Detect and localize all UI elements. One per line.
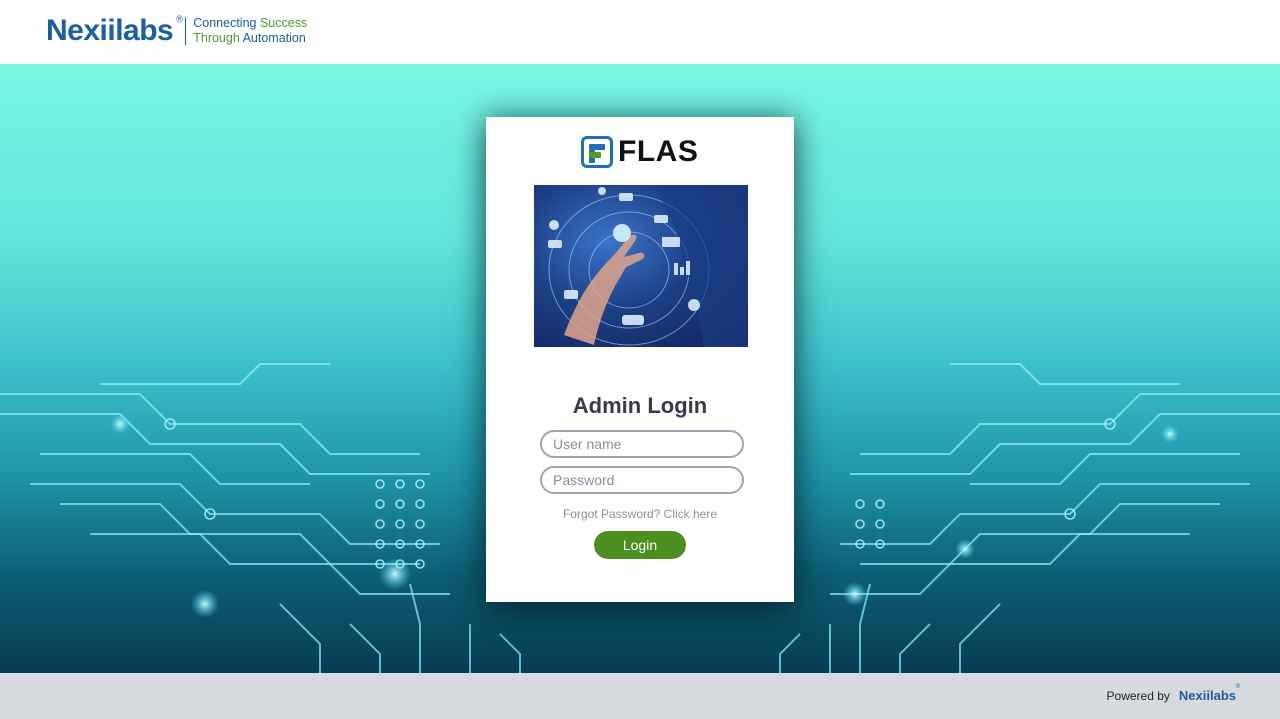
tagline-line2-prefix: Through: [193, 31, 240, 45]
tagline-line1-prefix: Connecting: [193, 16, 257, 30]
footer: Powered by Nexiilabs ®: [0, 673, 1280, 719]
hero-image: [534, 185, 748, 347]
flas-logo-icon: [581, 136, 613, 168]
brand-name: Nexiilabs ®: [46, 14, 183, 47]
registered-mark: ®: [176, 14, 183, 24]
tagline-line2-accent: Automation: [242, 31, 306, 45]
footer-brand-logo[interactable]: Nexiilabs ®: [1179, 684, 1240, 703]
powered-by: Powered by Nexiilabs ®: [1106, 684, 1240, 703]
username-input[interactable]: [540, 430, 744, 458]
powered-by-label: Powered by: [1106, 689, 1170, 703]
login-card: FLAS Admin Login User name Forgot Passwo…: [486, 117, 794, 602]
top-header: Nexiilabs ® Connecting Success Through Au…: [0, 0, 1280, 64]
tagline-line1-accent: Success: [259, 16, 308, 30]
nexiilabs-logo[interactable]: Nexiilabs ® Connecting Success Through Au…: [46, 14, 307, 48]
footer-registered-mark: ®: [1235, 684, 1240, 690]
app-name: FLAS: [618, 135, 699, 168]
login-title: Admin Login: [572, 393, 708, 418]
forgot-password-link[interactable]: Forgot Password? Click here: [486, 507, 794, 521]
password-input[interactable]: [540, 466, 744, 494]
brand-divider: [185, 17, 187, 45]
digital-hand-illustration: [548, 185, 748, 347]
brand-tagline: Connecting Success Through Automation: [193, 16, 307, 46]
login-button[interactable]: Login: [594, 531, 686, 559]
flas-logo: FLAS: [581, 135, 698, 169]
